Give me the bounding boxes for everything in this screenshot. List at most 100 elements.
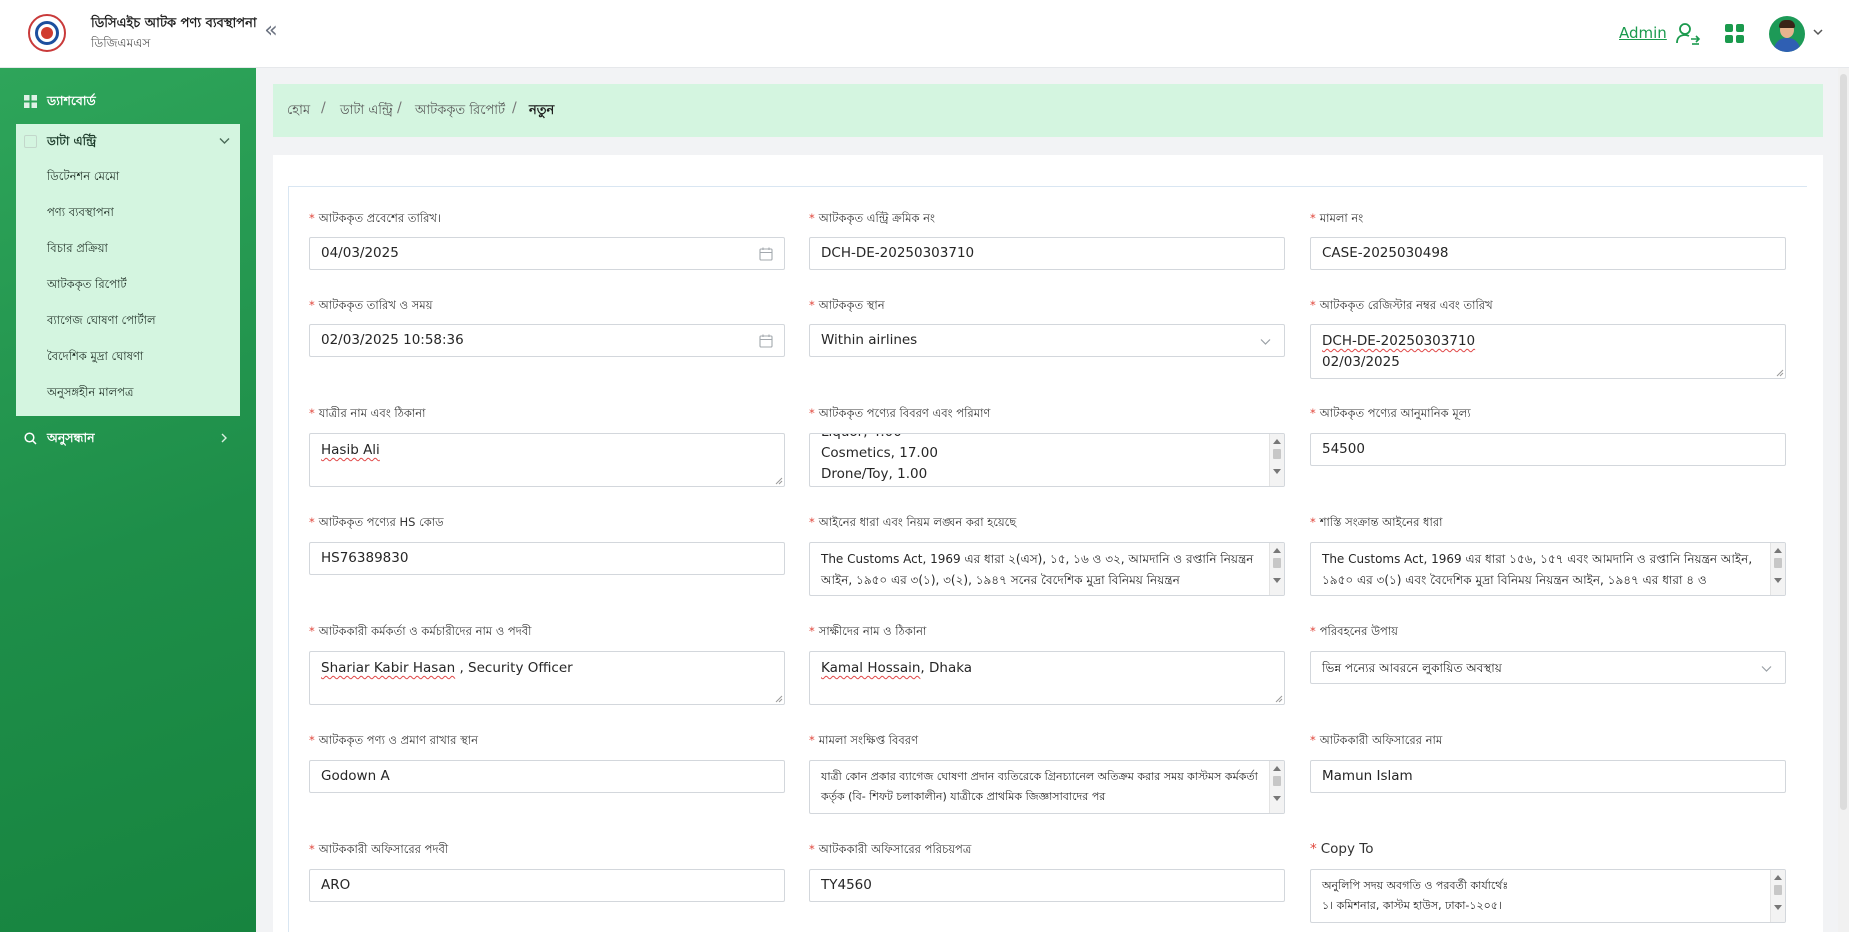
document-icon bbox=[24, 135, 37, 148]
goods-line: Drone/Toy, 1.00 bbox=[821, 466, 928, 482]
resize-handle-icon[interactable] bbox=[774, 476, 783, 485]
textarea-scrollbar[interactable] bbox=[1269, 543, 1284, 595]
register-no-date-textarea[interactable]: DCH-DE-20250303710 02/03/2025 bbox=[1310, 324, 1786, 379]
register-no-date-label: * আটককৃত রেজিস্টার নম্বর এবং তারিখ bbox=[1310, 298, 1493, 312]
sidebar-subitem-currency-declaration[interactable]: বৈদেশিক মুদ্রা ঘোষণা bbox=[47, 348, 143, 367]
sidebar-subitem-unaccompanied-baggage[interactable]: অনুসঙ্গহীন মালপত্র bbox=[47, 384, 133, 403]
passenger-textarea[interactable]: Hasib Ali bbox=[309, 433, 785, 487]
breadcrumb-data-entry[interactable]: ডাটা এন্ট্রি bbox=[340, 101, 393, 122]
penalty-law-label: * শাস্তি সংক্রান্ত আইনের ধারা bbox=[1310, 515, 1443, 529]
textarea-scrollbar[interactable] bbox=[1269, 434, 1284, 486]
breadcrumb-current: নতুন bbox=[529, 103, 555, 118]
chevron-down-icon bbox=[1260, 339, 1271, 345]
user-avatar[interactable] bbox=[1769, 16, 1805, 52]
textarea-scrollbar[interactable] bbox=[1770, 543, 1785, 595]
sidebar-item-label: অনুসন্ধান bbox=[47, 430, 95, 445]
chevron-right-icon bbox=[221, 433, 227, 443]
estimated-value-input[interactable]: 54500 bbox=[1310, 433, 1786, 466]
seizure-place-select[interactable]: Within airlines bbox=[809, 324, 1285, 357]
officer-name-input[interactable]: Mamun Islam bbox=[1310, 760, 1786, 793]
user-switch-icon[interactable] bbox=[1675, 21, 1701, 47]
hs-code-input[interactable]: HS76389830 bbox=[309, 542, 785, 575]
search-icon bbox=[24, 432, 37, 445]
case-summary-textarea[interactable]: যাত্রী কোন প্রকার ব্যাগেজ ঘোষণা প্রদান ব… bbox=[809, 760, 1285, 814]
breadcrumb-separator: / bbox=[512, 100, 517, 116]
storage-place-label: * আটককৃত পণ্য ও প্রমাণ রাখার স্থান bbox=[309, 733, 478, 747]
goods-line: Liquor, 4.00 bbox=[821, 434, 1273, 443]
resize-handle-icon[interactable] bbox=[774, 694, 783, 703]
officer-designation-label: * আটককারী অফিসারের পদবী bbox=[309, 842, 449, 856]
sidebar-item-label: ডাটা এন্ট্রি bbox=[47, 134, 97, 148]
seizure-place-label: * আটককৃত স্থান bbox=[809, 298, 885, 312]
top-header: ডিসিএইচ আটক পণ্য ব্যবস্থাপনা ডিজিএমএস « … bbox=[0, 0, 1849, 68]
resize-handle-icon[interactable] bbox=[1274, 694, 1283, 703]
law-violated-textarea[interactable]: The Customs Act, 1969 এর ধারা ২(এস), ১৫,… bbox=[809, 542, 1285, 596]
page-scrollbar[interactable] bbox=[1838, 68, 1849, 932]
transport-means-select[interactable]: ভিন্ন পন্যের আবরনে লুকায়িত অবস্থায় bbox=[1310, 651, 1786, 684]
sidebar-subitem-seizure-report[interactable]: আটককৃত রিপোর্ট bbox=[47, 276, 127, 295]
case-summary-label: * মামলা সংক্ষিপ্ত বিবরণ bbox=[809, 733, 919, 747]
officer-designation-input[interactable]: ARO bbox=[309, 869, 785, 902]
copy-to-line: অনুলিপি সদয় অবগতি ও পরবর্তী কার্যার্থেঃ bbox=[1322, 879, 1509, 892]
sidebar-item-dashboard[interactable]: ড্যাশবোর্ড bbox=[16, 84, 240, 118]
calendar-icon[interactable] bbox=[759, 334, 773, 348]
goods-description-label: * আটককৃত পণ্যের বিবরণ এবং পরিমাণ bbox=[809, 406, 991, 420]
seizure-entry-date-input[interactable]: 04/03/2025 bbox=[309, 237, 785, 270]
dashboard-icon bbox=[24, 95, 37, 108]
officer-id-label: * আটককারী অফিসারের পরিচয়পত্র bbox=[809, 842, 972, 856]
admin-link[interactable]: Admin bbox=[1619, 24, 1667, 42]
sidebar-item-data-entry[interactable]: ডাটা এন্ট্রি bbox=[16, 124, 240, 158]
sidebar-subitem-baggage-portal[interactable]: ব্যাগেজ ঘোষণা পোর্টাল bbox=[47, 312, 156, 331]
witness-label: * সাক্ষীদের নাম ও ঠিকানা bbox=[809, 624, 927, 638]
apps-grid-icon[interactable] bbox=[1725, 24, 1745, 44]
sidebar-submenu-data-entry: ডাটা এন্ট্রি ডিটেনশন মেমো পণ্য ব্যবস্থাপ… bbox=[16, 124, 240, 416]
seizure-entry-serial-input[interactable]: DCH-DE-20250303710 bbox=[809, 237, 1285, 270]
law-violated-label: * আইনের ধারা এবং নিয়ম লঙ্ঘন করা হয়েছে bbox=[809, 515, 1017, 529]
chevron-down-icon bbox=[1761, 666, 1772, 672]
goods-description-textarea[interactable]: Liquor, 4.00 Cosmetics, 17.00 Drone/Toy,… bbox=[809, 433, 1285, 487]
register-no-text: DCH-DE-20250303710 bbox=[1322, 333, 1476, 349]
copy-to-textarea[interactable]: অনুলিপি সদয় অবগতি ও পরবর্তী কার্যার্থেঃ… bbox=[1310, 869, 1786, 923]
sidebar-item-search[interactable]: অনুসন্ধান bbox=[16, 421, 240, 455]
penalty-law-textarea[interactable]: The Customs Act, 1969 এর ধারা ১৫৬, ১৫৭ এ… bbox=[1310, 542, 1786, 596]
breadcrumb-separator: / bbox=[321, 100, 326, 116]
copy-to-line: ১। কমিশনার, কাস্টম হাউস, ঢাকা-১২০৫। bbox=[1322, 899, 1502, 912]
chevron-down-icon[interactable] bbox=[1812, 26, 1824, 38]
sidebar-subitem-trial-process[interactable]: বিচার প্রক্রিয়া bbox=[47, 240, 108, 259]
textarea-scrollbar[interactable] bbox=[1770, 870, 1785, 922]
breadcrumb-home[interactable]: হোম bbox=[287, 101, 310, 122]
seizure-datetime-label: * আটককৃত তারিখ ও সময় bbox=[309, 298, 433, 312]
breadcrumb-seizure-report[interactable]: আটককৃত রিপোর্ট bbox=[415, 101, 505, 122]
goods-line: Cosmetics, 17.00 bbox=[821, 445, 938, 461]
officer-name-label: * আটককারী অফিসারের নাম bbox=[1310, 733, 1443, 747]
case-no-label: * মামলা নং bbox=[1310, 211, 1364, 225]
app-title: ডিসিএইচ আটক পণ্য ব্যবস্থাপনা bbox=[91, 16, 257, 31]
transport-means-label: * পরিবহনের উপায় bbox=[1310, 624, 1398, 638]
sidebar-subitem-goods-management[interactable]: পণ্য ব্যবস্থাপনা bbox=[47, 204, 114, 223]
breadcrumb: হোম / ডাটা এন্ট্রি / আটককৃত রিপোর্ট / নত… bbox=[273, 84, 1823, 137]
storage-place-input[interactable]: Godown A bbox=[309, 760, 785, 793]
seizure-entry-serial-label: * আটককৃত এন্ট্রি ক্রমিক নং bbox=[809, 211, 935, 225]
sidebar-item-label: ড্যাশবোর্ড bbox=[47, 93, 96, 108]
case-no-input[interactable]: CASE-2025030498 bbox=[1310, 237, 1786, 270]
copy-to-label: * Copy To bbox=[1310, 841, 1374, 857]
register-date-text: 02/03/2025 bbox=[1322, 354, 1400, 370]
seizing-officers-textarea[interactable]: Shariar Kabir Hasan , Security Officer bbox=[309, 651, 785, 705]
hs-code-label: * আটককৃত পণ্যের HS কোড bbox=[309, 515, 444, 529]
resize-handle-icon[interactable] bbox=[1775, 368, 1784, 377]
customs-logo bbox=[28, 14, 66, 52]
officer-id-input[interactable]: TY4560 bbox=[809, 869, 1285, 902]
collapse-sidebar-icon[interactable]: « bbox=[260, 20, 282, 43]
seizure-entry-date-label: * আটককৃত প্রবেশের তারিখ। bbox=[309, 211, 442, 225]
sidebar-subitem-detention-memo[interactable]: ডিটেনশন মেমো bbox=[47, 168, 119, 187]
chevron-down-icon bbox=[219, 138, 230, 144]
breadcrumb-separator: / bbox=[397, 100, 402, 116]
passenger-label: * যাত্রীর নাম এবং ঠিকানা bbox=[309, 406, 426, 420]
estimated-value-label: * আটককৃত পণ্যের আনুমানিক মূল্য bbox=[1310, 406, 1471, 420]
textarea-scrollbar[interactable] bbox=[1269, 761, 1284, 813]
witness-textarea[interactable]: Kamal Hossain, Dhaka bbox=[809, 651, 1285, 705]
calendar-icon[interactable] bbox=[759, 247, 773, 261]
seizure-datetime-input[interactable]: 02/03/2025 10:58:36 bbox=[309, 324, 785, 357]
seizing-officers-label: * আটককারী কর্মকর্তা ও কর্মচারীদের নাম ও প… bbox=[309, 624, 532, 638]
app-subtitle: ডিজিএমএস bbox=[91, 36, 151, 50]
